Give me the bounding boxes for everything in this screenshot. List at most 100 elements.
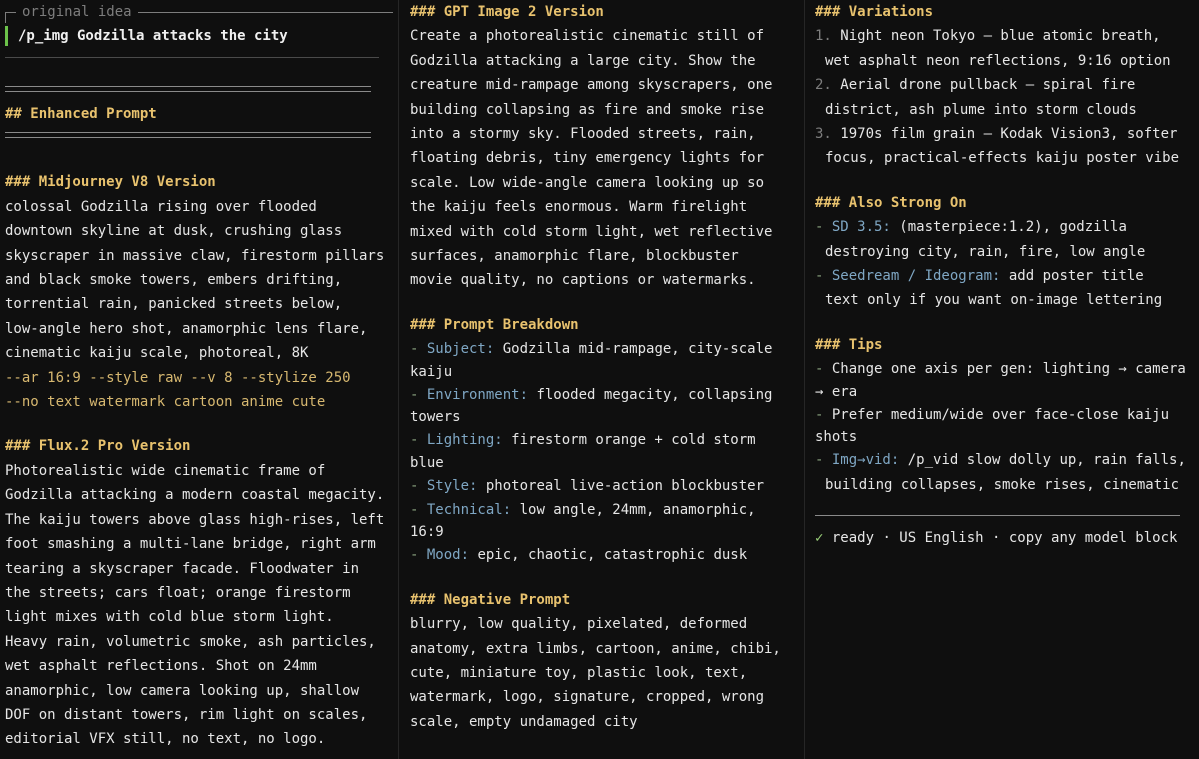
tip-item: - Change one axis per gen: lighting → ca… (815, 357, 1195, 402)
variation-line: 1. Night neon Tokyo — blue atomic breath… (815, 24, 1195, 48)
tip-item: - Prefer medium/wide over face-close kai… (815, 403, 1195, 448)
breakdown-key: Environment: (426, 386, 529, 403)
variation-text: Aerial drone pullback — spiral fire (831, 77, 1136, 94)
variation-text: 1970s film grain — Kodak Vision3, softer (831, 126, 1178, 143)
breakdown-value: flooded megacity, collapsing (528, 386, 773, 403)
tips-heading: ### Tips (815, 336, 883, 353)
breakdown-line: - Lighting: firestorm orange + cold stor… (410, 428, 794, 452)
prompt-line: tearing a skyscraper facade. Floodwater … (5, 560, 360, 577)
breakdown-item: - Lighting: firestorm orange + cold stor… (410, 428, 794, 473)
breakdown-value: Godzilla mid-rampage, city-scale (494, 341, 773, 358)
breakdown-line: - Mood: epic, chaotic, catastrophic dusk (410, 543, 794, 567)
tip-key: Img→vid: (831, 452, 900, 469)
also-cont: text only if you want on-image lettering (825, 292, 1163, 309)
breakdown-key: Technical: (426, 501, 512, 518)
prompt-line: watermark, logo, signature, cropped, wro… (410, 689, 765, 706)
prompt-line: the streets; cars float; orange firestor… (5, 584, 351, 601)
negative-block[interactable]: ### Negative Prompt blurry, low quality,… (410, 588, 794, 734)
bullet-dash: - (815, 361, 832, 378)
bullet-dash: - (815, 219, 832, 236)
bullet-dash: - (410, 547, 427, 564)
status-text: ready · US English · copy any model bloc… (823, 529, 1178, 546)
prompt-line: Godzilla attacking a large city. Show th… (410, 52, 756, 69)
prompt-line: building collapsing as fire and smoke ri… (410, 101, 765, 118)
idea-bar (5, 26, 8, 47)
prompt-line: Heavy rain, volumetric smoke, ash partic… (5, 633, 376, 650)
prompt-line: Photorealistic wide cinematic frame of (5, 462, 326, 479)
also-item: - Seedream / Ideogram: add poster title … (815, 264, 1195, 313)
variation-cont: wet asphalt neon reflections, 9:16 optio… (825, 52, 1171, 69)
terminal-screen: original idea /p_img Godzilla attacks th… (0, 0, 1199, 759)
flux-heading: ### Flux.2 Pro Version (5, 438, 191, 455)
variation-cont: district, ash plume into storm clouds (825, 101, 1137, 118)
prompt-line: Godzilla attacking a modern coastal mega… (5, 487, 385, 504)
param-line: --no text watermark cartoon anime cute (5, 394, 326, 411)
variation-item[interactable]: 2. Aerial drone pullback — spiral fire d… (815, 73, 1195, 122)
breakdown-line: - Technical: low angle, 24mm, anamorphic… (410, 498, 794, 522)
box-rule (137, 11, 393, 13)
box-bottom-rule (5, 57, 379, 58)
bullet-dash: - (815, 452, 832, 469)
variations-heading: ### Variations (815, 4, 934, 20)
tip-line: - Img→vid: /p_vid slow dolly up, rain fa… (815, 448, 1195, 472)
also-value: add poster title (1000, 268, 1144, 285)
breakdown-key: Mood: (426, 547, 470, 564)
prompt-line: mixed with cold storm light, wet reflect… (410, 223, 773, 240)
tip-line: - Prefer medium/wide over face-close kai… (815, 403, 1195, 427)
prompt-line: cute, miniature toy, plastic look, text, (410, 664, 748, 681)
also-heading: ### Also Strong On (815, 194, 967, 211)
midjourney-heading: ### Midjourney V8 Version (5, 174, 216, 191)
status-line: ✓ ready · US English · copy any model bl… (815, 526, 1195, 550)
bullet-dash: - (410, 477, 427, 494)
breakdown-key: Lighting: (426, 432, 503, 449)
column-divider (804, 0, 805, 759)
gpt-block[interactable]: ### GPT Image 2 Version Create a photore… (410, 0, 794, 293)
variation-item[interactable]: 3. 1970s film grain — Kodak Vision3, sof… (815, 122, 1195, 171)
bullet-dash: - (410, 501, 427, 518)
enhanced-heading: ## Enhanced Prompt (5, 106, 157, 122)
also-key: Seedream / Ideogram: (831, 268, 1001, 285)
tip-text: Change one axis per gen: lighting → came… (831, 361, 1186, 378)
breakdown-value: photoreal live-action blockbuster (477, 477, 765, 494)
original-idea-box: original idea /p_img Godzilla attacks th… (5, 0, 393, 58)
variation-item[interactable]: 1. Night neon Tokyo — blue atomic breath… (815, 24, 1195, 73)
prompt-line: creature mid-rampage among skyscrapers, … (410, 77, 773, 94)
variation-line: 2. Aerial drone pullback — spiral fire (815, 73, 1195, 97)
prompt-line: scale. Low wide-angle camera looking up … (410, 174, 765, 191)
prompt-line: skyscraper in massive claw, firestorm pi… (5, 247, 385, 264)
idea-box-top: original idea (5, 0, 393, 24)
variation-cont: focus, practical-effects kaiju poster vi… (825, 150, 1180, 167)
breakdown-item: - Mood: epic, chaotic, catastrophic dusk (410, 543, 794, 567)
prompt-line: foot smashing a multi-lane bridge, right… (5, 536, 376, 553)
breakdown-cont: kaiju (410, 363, 453, 380)
idea-text[interactable]: /p_img Godzilla attacks the city (18, 24, 288, 48)
bullet-dash: - (410, 386, 427, 403)
variation-text: Night neon Tokyo — blue atomic breath, (831, 28, 1161, 45)
idea-label: original idea (22, 3, 132, 20)
prompt-line: scale, empty undamaged city (410, 713, 638, 730)
midjourney-block[interactable]: ### Midjourney V8 Version colossal Godzi… (5, 170, 393, 414)
prompt-line: cinematic kaiju scale, photoreal, 8K (5, 345, 309, 362)
also-line: - SD 3.5: (masterpiece:1.2), godzilla (815, 215, 1195, 239)
prompt-line: movie quality, no captions or watermarks… (410, 272, 756, 289)
breakdown-value: low angle, 24mm, anamorphic, (511, 501, 756, 518)
also-item: - SD 3.5: (masterpiece:1.2), godzilla de… (815, 215, 1195, 264)
prompt-line: floating debris, tiny emergency lights f… (410, 150, 765, 167)
tip-text: Prefer medium/wide over face-close kaiju (831, 406, 1170, 423)
prompt-line: into a stormy sky. Flooded streets, rain… (410, 126, 756, 143)
variation-number: 2. (815, 77, 832, 94)
tip-item: - Img→vid: /p_vid slow dolly up, rain fa… (815, 448, 1195, 497)
tip-text: /p_vid slow dolly up, rain falls, (899, 452, 1186, 469)
column-left: original idea /p_img Godzilla attacks th… (5, 0, 393, 759)
tips-block: ### Tips - Change one axis per gen: ligh… (815, 333, 1195, 497)
prompt-line: low-angle hero shot, anamorphic lens fla… (5, 320, 368, 337)
prompt-line: wet asphalt reflections. Shot on 24mm (5, 658, 317, 675)
flux-block[interactable]: ### Flux.2 Pro Version Photorealistic wi… (5, 434, 393, 751)
prompt-line: anamorphic, low camera looking up, shall… (5, 682, 360, 699)
status-divider (815, 514, 1180, 516)
double-divider (5, 86, 371, 92)
also-strong-block: ### Also Strong On - SD 3.5: (masterpiec… (815, 191, 1195, 313)
